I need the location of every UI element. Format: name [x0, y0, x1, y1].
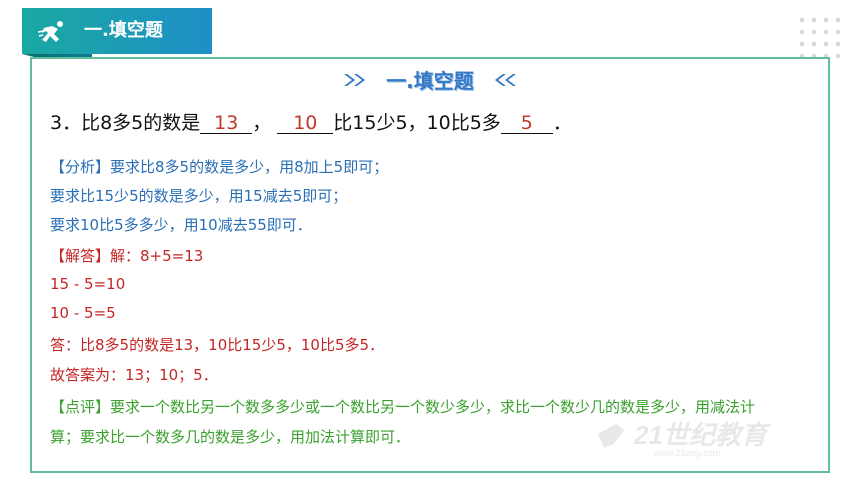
runner-icon	[38, 21, 63, 42]
section-header: 一.填空题	[32, 65, 828, 94]
solution-line-5: 故答案为：13；10；5．	[50, 366, 218, 384]
question-prefix: 3．比8多5的数是	[50, 112, 201, 134]
double-chevron-right-icon	[344, 73, 366, 86]
watermark-url: www.21cnjy.com	[653, 448, 720, 458]
question-suffix: ．	[552, 112, 572, 134]
double-chevron-left-icon	[494, 73, 516, 86]
analysis-line-1: 【分析】要求比8多5的数是多少，用8加上5即可；	[50, 156, 388, 177]
section-title: 一.填空题	[386, 69, 474, 93]
question-line: 3．比8多5的数是 13， 10 比15少5，10比5多 5 ．	[50, 108, 572, 135]
solution-line-4: 答：比8多5的数是13，10比15少5，10比5多5．	[50, 336, 385, 354]
answer-blank-1: 13	[200, 113, 253, 134]
header-tab-title: 一.填空题	[84, 20, 163, 41]
solution-line-3: 10 - 5=5	[50, 304, 116, 322]
solution-line-1: 【解答】解：8+5=13	[50, 245, 203, 266]
question-sep: ，	[252, 112, 272, 134]
analysis-line-3: 要求10比5多多少，用10减去55即可．	[50, 216, 312, 234]
solution-tag: 【解答】	[50, 247, 111, 265]
watermark-text: 21世纪教育	[633, 420, 771, 450]
comment-tag: 【点评】	[50, 398, 111, 416]
analysis-tag: 【分析】	[50, 158, 111, 176]
decorative-dots	[796, 14, 848, 62]
question-mid: 比15少5，10比5多	[333, 112, 501, 134]
analysis-line-2: 要求比15少5的数是多少，用15减去5即可；	[50, 187, 348, 205]
answer-blank-2: 10	[277, 113, 334, 134]
solution-text-1: 解：8+5=13	[110, 247, 204, 265]
answer-blank-3: 5	[500, 113, 553, 134]
solution-line-2: 15 - 5=10	[50, 275, 126, 293]
comment-line-2: 算；要求比一个数多几的数是多少，用加法计算即可．	[50, 428, 411, 446]
watermark-logo: 21世纪教育 www.21cnjy.com	[598, 420, 771, 458]
analysis-text-1: 要求比8多5的数是多少，用8加上5即可；	[110, 158, 389, 176]
